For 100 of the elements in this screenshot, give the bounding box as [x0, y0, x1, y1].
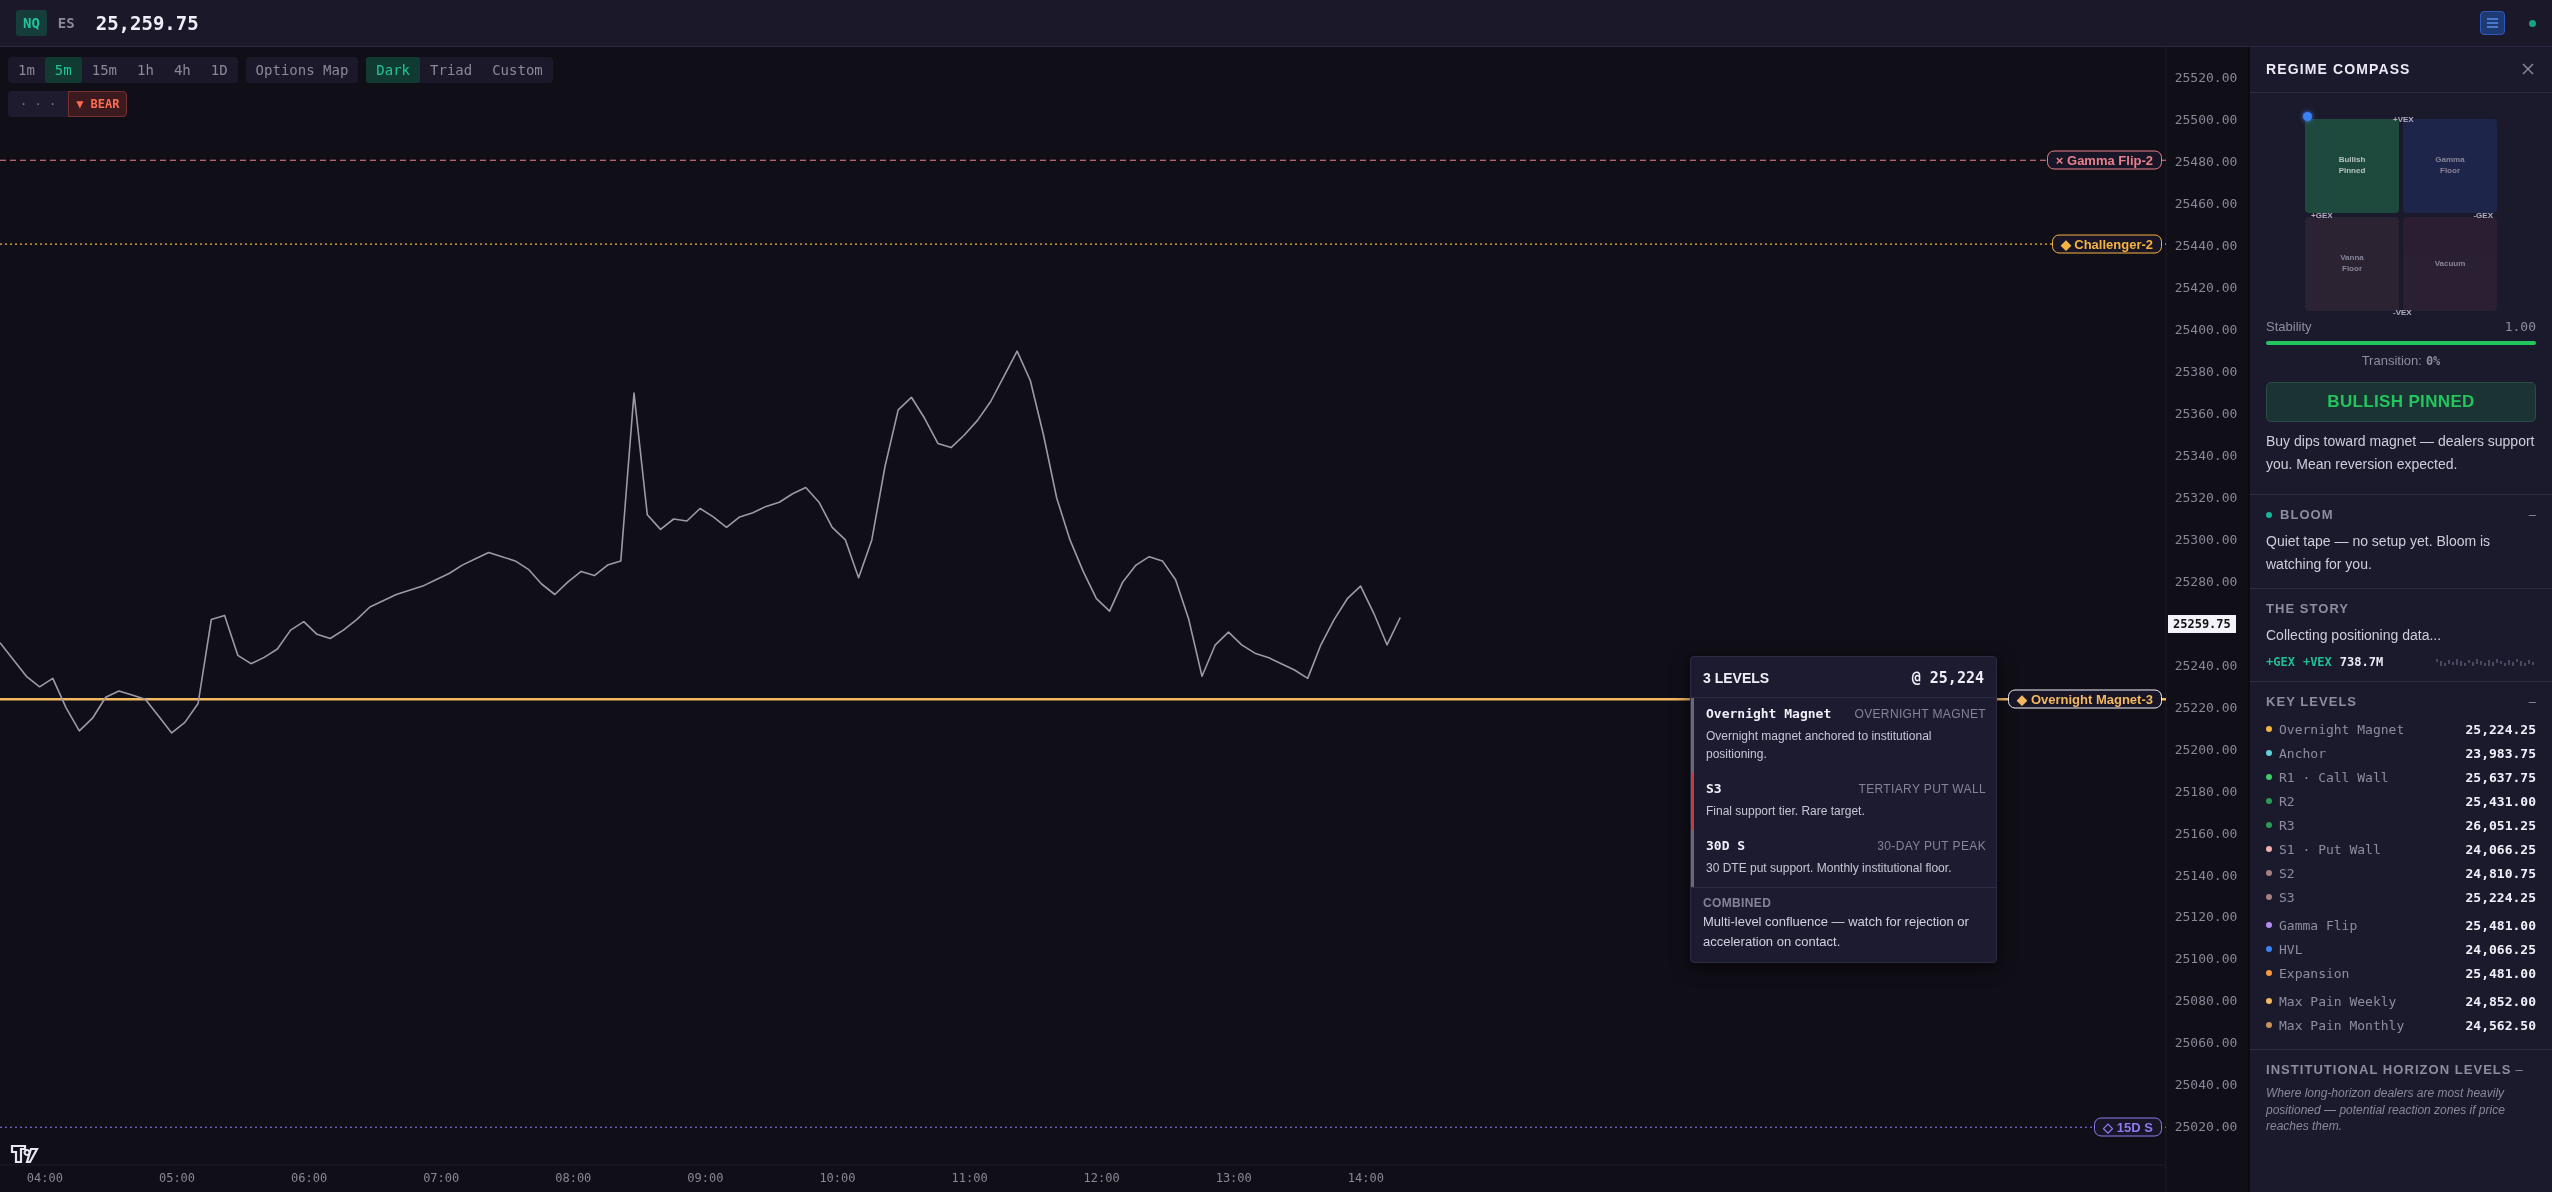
status-dot [2266, 511, 2272, 518]
price-axis-label: 25140.00 [2174, 867, 2238, 883]
level-value: 25,224.25 [2465, 721, 2536, 737]
level-name: Max Pain Weekly [2279, 993, 2397, 1009]
price-axis-label: 25420.00 [2174, 280, 2238, 296]
level-description: 30 DTE put support. Monthly institutional floor. [1706, 860, 1953, 877]
level-value: 24,852.00 [2465, 993, 2536, 1009]
timeframe-tab[interactable]: 4h [163, 57, 201, 83]
level-value: 25,481.00 [2465, 965, 2536, 981]
price-axis-label: 25020.00 [2174, 1119, 2238, 1135]
collapse-button[interactable]: – [2515, 1062, 2523, 1078]
level-label: ◆ Overnight Magnet-3 [2008, 689, 2162, 709]
level-value: 26,051.25 [2465, 817, 2536, 833]
stability-label: Stability [2266, 319, 2312, 334]
theme-tab[interactable]: Dark [366, 57, 421, 83]
price-axis-label: 25360.00 [2174, 406, 2238, 422]
section-title: THE STORY [2266, 601, 2350, 617]
menu-button[interactable] [2480, 11, 2505, 35]
horizon-description: Where long-horizon dealers are most heavily positioned — potential reaction zones if price reaches them. [2266, 1085, 2506, 1135]
price-readout: 25,259.75 [95, 12, 199, 34]
bloom-text: Quiet tape — no setup yet. Bloom is watching for you. [2266, 532, 2492, 575]
panel-title: REGIME COMPASS [2266, 61, 2411, 77]
quadrant-label: Gamma Floor [2434, 155, 2466, 177]
level-name: Anchor [2279, 745, 2326, 761]
level-name: Expansion [2279, 965, 2350, 981]
level-type: OVERNIGHT MAGNET [1854, 707, 1986, 721]
level-value: 24,066.25 [2465, 841, 2536, 857]
timeframe-tab[interactable]: 1m [8, 57, 45, 83]
price-axis-label: 25060.00 [2174, 1035, 2238, 1051]
level-name: Overnight Magnet [2279, 721, 2405, 737]
level-name: HVL [2279, 941, 2303, 957]
combined-text: Multi-level confluence — watch for rejection or acceleration on contact. [1703, 913, 1970, 952]
level-name: S3 [1706, 781, 1722, 796]
time-axis-label: 09:00 [687, 1171, 724, 1185]
symbol-tab[interactable]: ES [50, 10, 82, 36]
price-axis-label: 25180.00 [2174, 783, 2238, 799]
options-map-button[interactable]: Options Map [245, 57, 359, 83]
bias-badge: ▼ BEAR [68, 91, 128, 117]
price-axis-label: 25380.00 [2174, 364, 2238, 380]
level-name: R3 [2279, 817, 2295, 833]
regime-badge: BULLISH PINNED [2266, 382, 2536, 422]
level-type: 30-DAY PUT PEAK [1877, 839, 1986, 853]
time-axis-label: 12:00 [1083, 1171, 1120, 1185]
time-axis-label: 07:00 [423, 1171, 460, 1185]
time-axis-label: 10:00 [819, 1171, 856, 1185]
time-axis-label: 08:00 [555, 1171, 592, 1185]
theme-tab[interactable]: Triad [420, 57, 483, 83]
close-icon [2520, 61, 2536, 77]
level-description: Final support tier. Rare target. [1706, 803, 1866, 820]
price-axis-label: 25520.00 [2174, 70, 2238, 86]
price-axis-label: 25100.00 [2174, 951, 2238, 967]
time-axis-label: 06:00 [291, 1171, 328, 1185]
axis-label: +GEX [2311, 211, 2333, 220]
price-axis-label: 25280.00 [2174, 573, 2238, 589]
menu-icon [2487, 18, 2498, 28]
level-value: 24,066.25 [2465, 941, 2536, 957]
level-name: S1 · Put Wall [2279, 841, 2381, 857]
timeframe-tab[interactable]: 5m [44, 57, 82, 83]
current-price-tag: 25259.75 [2168, 615, 2236, 634]
axis-label: -VEX [2393, 308, 2412, 317]
timeframe-tab[interactable]: 15m [81, 57, 127, 83]
level-name: R1 · Call Wall [2279, 769, 2389, 785]
tooltip-title: 3 LEVELS [1703, 670, 1770, 686]
collapse-button[interactable]: – [2528, 694, 2536, 710]
exposure-value: 738.7M [2339, 655, 2384, 670]
quadrant-label: Bullish Pinned [2337, 155, 2367, 177]
level-value: 24,810.75 [2465, 865, 2536, 881]
theme-tab[interactable]: Custom [482, 57, 553, 83]
logo-icon [10, 1144, 39, 1164]
close-button[interactable] [2520, 61, 2536, 77]
level-description: Overnight magnet anchored to institutional positioning. [1706, 728, 1933, 763]
more-button[interactable]: · · · [8, 91, 69, 117]
status-dot [2529, 19, 2536, 27]
axis-label: +VEX [2393, 115, 2414, 124]
exposure-tag: +VEX [2302, 655, 2332, 670]
collapse-button[interactable]: – [2528, 507, 2536, 523]
time-axis-label: 14:00 [1347, 1171, 1384, 1185]
level-label: × Gamma Flip-2 [2046, 150, 2162, 170]
timeframe-tab[interactable]: 1h [127, 57, 164, 83]
level-label: ◇ 15D S [2094, 1117, 2162, 1137]
axis-label: -GEX [2473, 211, 2493, 220]
price-axis-label: 25160.00 [2174, 825, 2238, 841]
level-name: Max Pain Monthly [2279, 1017, 2405, 1033]
level-value: 24,562.50 [2465, 1017, 2536, 1033]
quadrant-label: Vacuum [2433, 258, 2467, 270]
price-axis-label: 25300.00 [2174, 531, 2238, 547]
symbol-tab[interactable]: NQ [16, 10, 47, 36]
price-axis-label: 25440.00 [2174, 238, 2238, 254]
price-axis-label: 25040.00 [2174, 1077, 2238, 1093]
price-axis-label: 25240.00 [2174, 657, 2238, 673]
level-name: S2 [2279, 865, 2295, 881]
price-axis-label: 25500.00 [2174, 112, 2238, 128]
section-title: INSTITUTIONAL HORIZON LEVELS [2266, 1062, 2512, 1078]
level-name: R2 [2279, 793, 2295, 809]
level-name: 30D S [1706, 838, 1746, 853]
time-axis-label: 13:00 [1215, 1171, 1252, 1185]
timeframe-tab[interactable]: 1D [200, 57, 238, 83]
level-value: 25,481.00 [2465, 917, 2536, 933]
level-value: 23,983.75 [2465, 745, 2536, 761]
time-axis-label: 11:00 [951, 1171, 988, 1185]
